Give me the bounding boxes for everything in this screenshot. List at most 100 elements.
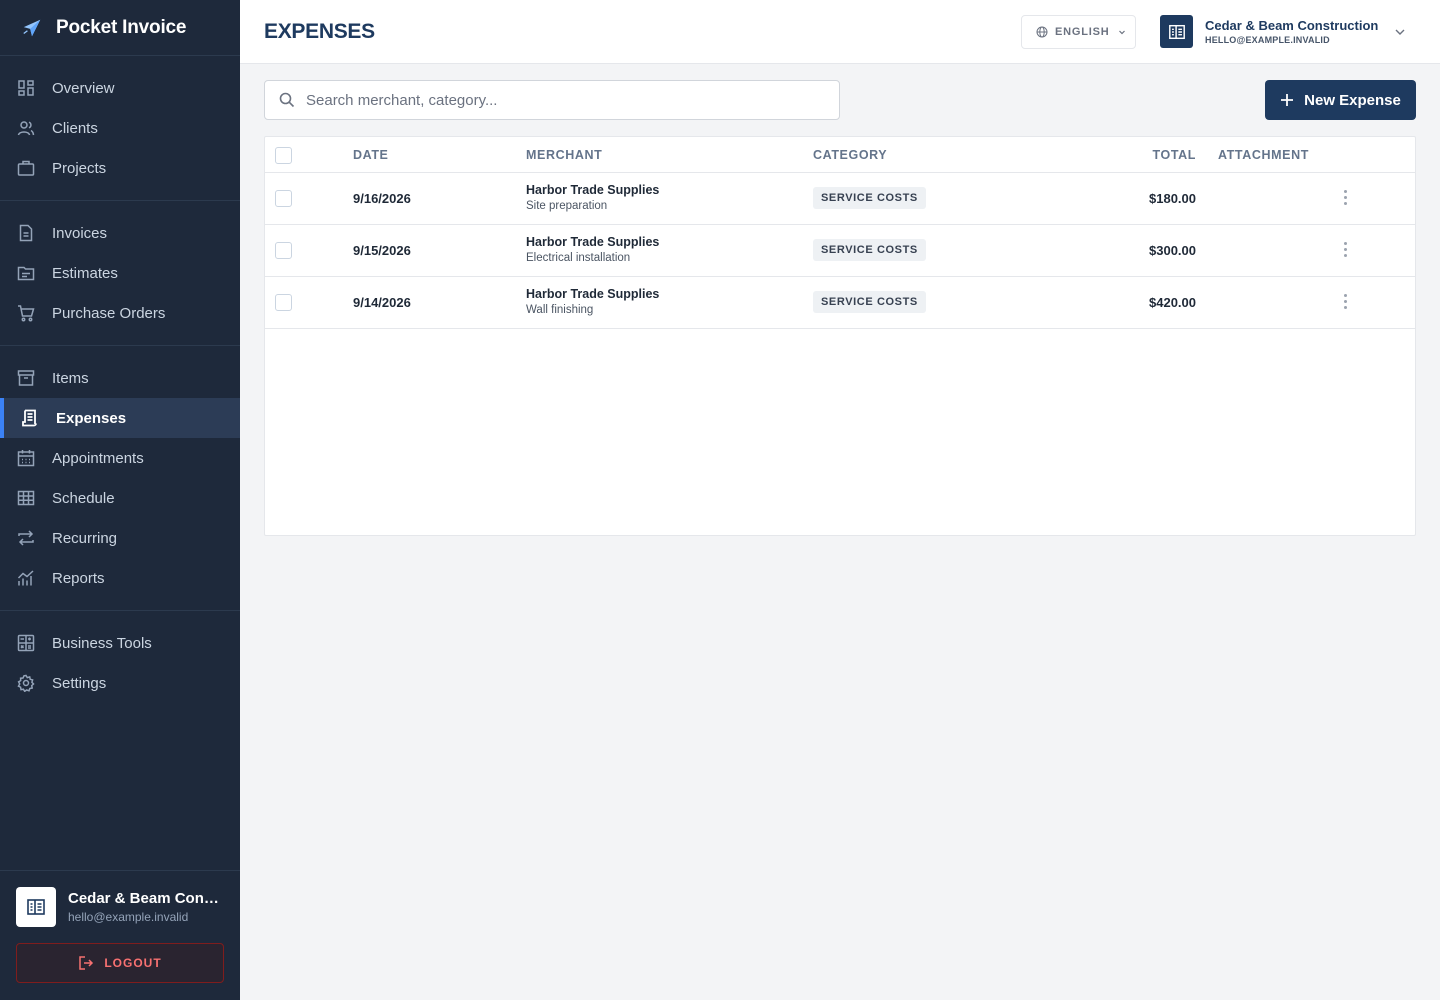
category-badge: SERVICE COSTS <box>813 239 926 261</box>
table-row[interactable]: 9/15/2026 Harbor Trade Supplies Electric… <box>265 225 1415 277</box>
new-expense-button[interactable]: New Expense <box>1265 80 1416 120</box>
new-expense-label: New Expense <box>1304 91 1401 109</box>
category-badge: SERVICE COSTS <box>813 187 926 209</box>
sidebar-item-label: Invoices <box>52 224 108 242</box>
expense-date: 9/15/2026 <box>353 243 411 258</box>
language-selector[interactable]: ENGLISH <box>1021 15 1136 49</box>
column-header-attachment: ATTACHMENT <box>1218 148 1309 162</box>
calendar-icon <box>17 449 35 467</box>
globe-icon <box>1036 26 1048 38</box>
invoices-icon <box>17 224 35 242</box>
column-header-merchant[interactable]: MERCHANT <box>526 148 602 162</box>
sidebar-item-label: Schedule <box>52 489 115 507</box>
sidebar-item-label: Purchase Orders <box>52 304 166 322</box>
search-icon <box>279 92 295 108</box>
grid-icon <box>17 489 35 507</box>
top-header: EXPENSES ENGLISH Cedar & Beam Constructi… <box>240 0 1440 64</box>
row-menu-icon[interactable] <box>1337 291 1353 311</box>
table-row[interactable]: 9/16/2026 Harbor Trade Supplies Site pre… <box>265 173 1415 225</box>
merchant-name: Harbor Trade Supplies <box>526 235 660 249</box>
brand[interactable]: Pocket Invoice <box>0 0 240 56</box>
receipt-icon <box>21 409 39 427</box>
sidebar-item-label: Estimates <box>52 264 118 282</box>
expense-merchant: Harbor Trade Supplies Electrical install… <box>526 235 659 264</box>
expense-merchant: Harbor Trade Supplies Wall finishing <box>526 287 659 316</box>
sidebar: Pocket Invoice Overview Clients Projects… <box>0 0 240 1000</box>
chevron-down-icon <box>1394 26 1406 38</box>
sidebar-item-projects[interactable]: Projects <box>0 148 240 188</box>
search-box[interactable] <box>264 80 840 120</box>
row-menu-icon[interactable] <box>1337 187 1353 207</box>
merchant-description: Site preparation <box>526 200 608 212</box>
search-input[interactable] <box>306 91 806 109</box>
paper-plane-icon <box>20 16 44 40</box>
sidebar-item-clients[interactable]: Clients <box>0 108 240 148</box>
sidebar-item-recurring[interactable]: Recurring <box>0 518 240 558</box>
row-checkbox[interactable] <box>275 190 292 207</box>
row-checkbox[interactable] <box>275 242 292 259</box>
logout-label: LOGOUT <box>104 956 162 970</box>
merchant-name: Harbor Trade Supplies <box>526 183 660 197</box>
sidebar-item-label: Appointments <box>52 449 144 467</box>
sidebar-item-schedule[interactable]: Schedule <box>0 478 240 518</box>
sidebar-item-business-tools[interactable]: Business Tools <box>0 623 240 663</box>
account-summary[interactable]: Cedar & Beam Const... hello@example.inva… <box>16 887 224 927</box>
company-switcher[interactable]: Cedar & Beam Construction HELLO@EXAMPLE.… <box>1160 15 1406 48</box>
nav-group-documents: Invoices Estimates Purchase Orders <box>0 201 240 346</box>
sidebar-item-label: Projects <box>52 159 107 177</box>
sidebar-item-label: Overview <box>52 79 115 97</box>
nav-group-settings: Business Tools Settings <box>0 611 240 715</box>
expense-merchant: Harbor Trade Supplies Site preparation <box>526 183 659 212</box>
sidebar-item-label: Clients <box>52 119 98 137</box>
expense-total: $300.00 <box>1149 243 1196 258</box>
estimates-icon <box>17 264 35 282</box>
sidebar-item-purchase-orders[interactable]: Purchase Orders <box>0 293 240 333</box>
account-name: Cedar & Beam Const... <box>68 890 224 907</box>
sidebar-item-appointments[interactable]: Appointments <box>0 438 240 478</box>
expense-total: $180.00 <box>1149 191 1196 206</box>
sidebar-item-label: Reports <box>52 569 105 587</box>
clients-icon <box>17 119 35 137</box>
overview-icon <box>17 79 35 97</box>
sidebar-footer: Cedar & Beam Const... hello@example.inva… <box>0 870 240 1000</box>
sidebar-item-estimates[interactable]: Estimates <box>0 253 240 293</box>
table-header: DATE MERCHANT CATEGORY TOTAL ATTACHMENT <box>265 137 1415 173</box>
expense-date: 9/14/2026 <box>353 295 411 310</box>
chevron-down-icon <box>1118 28 1126 36</box>
repeat-icon <box>17 529 35 547</box>
expense-date: 9/16/2026 <box>353 191 411 206</box>
building-icon <box>1160 15 1193 48</box>
sidebar-item-label: Business Tools <box>52 634 152 652</box>
sidebar-item-reports[interactable]: Reports <box>0 558 240 598</box>
table-row[interactable]: 9/14/2026 Harbor Trade Supplies Wall fin… <box>265 277 1415 329</box>
logout-icon <box>78 955 94 971</box>
merchant-description: Wall finishing <box>526 304 594 316</box>
select-all-checkbox[interactable] <box>275 147 292 164</box>
column-header-total[interactable]: TOTAL <box>1152 148 1196 162</box>
sidebar-item-invoices[interactable]: Invoices <box>0 213 240 253</box>
sidebar-item-settings[interactable]: Settings <box>0 663 240 703</box>
row-menu-icon[interactable] <box>1337 239 1353 259</box>
nav-group-operations: Items Expenses Appointments Schedule Rec… <box>0 346 240 611</box>
logout-button[interactable]: LOGOUT <box>16 943 224 983</box>
nav-group-main: Overview Clients Projects <box>0 56 240 201</box>
merchant-description: Electrical installation <box>526 252 631 264</box>
category-badge: SERVICE COSTS <box>813 291 926 313</box>
items-icon <box>17 369 35 387</box>
tools-icon <box>17 634 35 652</box>
column-header-category[interactable]: CATEGORY <box>813 148 887 162</box>
chart-icon <box>17 569 35 587</box>
row-checkbox[interactable] <box>275 294 292 311</box>
company-name: Cedar & Beam Construction <box>1205 18 1379 33</box>
account-email: hello@example.invalid <box>68 910 189 924</box>
sidebar-item-expenses[interactable]: Expenses <box>0 398 240 438</box>
column-header-date[interactable]: DATE <box>353 148 389 162</box>
sidebar-item-overview[interactable]: Overview <box>0 68 240 108</box>
expenses-table: DATE MERCHANT CATEGORY TOTAL ATTACHMENT … <box>264 136 1416 536</box>
projects-icon <box>17 159 35 177</box>
page-title: EXPENSES <box>264 20 375 43</box>
expense-total: $420.00 <box>1149 295 1196 310</box>
merchant-name: Harbor Trade Supplies <box>526 287 660 301</box>
sidebar-item-label: Recurring <box>52 529 118 547</box>
sidebar-item-items[interactable]: Items <box>0 358 240 398</box>
